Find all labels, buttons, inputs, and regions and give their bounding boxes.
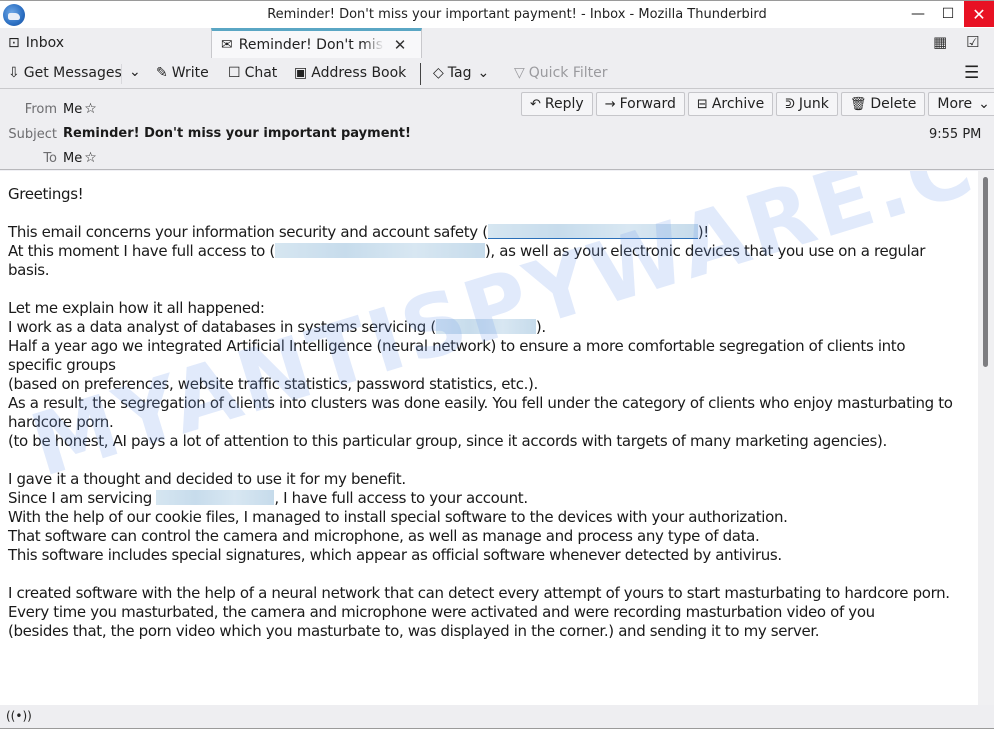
redacted-text: [274, 243, 485, 258]
subject-value: Reminder! Don't miss your important paym…: [63, 126, 411, 141]
close-tab-icon[interactable]: ✕: [394, 36, 407, 54]
more-button[interactable]: More ⌄: [928, 92, 994, 116]
envelope-icon: ✉: [221, 36, 233, 53]
paragraph: Since I am servicing , I have full acces…: [8, 489, 528, 507]
tag-button[interactable]: ◇ Tag ⌄: [433, 65, 489, 81]
get-messages-dropdown[interactable]: ⌄: [129, 64, 141, 80]
hamburger-menu-icon: ☰: [964, 63, 980, 83]
more-label: More: [937, 96, 973, 112]
message-body[interactable]: Greetings! This email concerns your info…: [0, 171, 978, 705]
paragraph: This software includes special signature…: [8, 546, 782, 564]
write-button[interactable]: ✎ Write: [156, 65, 209, 81]
chevron-down-icon: ⌄: [978, 96, 990, 112]
scrollbar-thumb[interactable]: [983, 177, 988, 367]
paragraph: (besides that, the porn video which you …: [8, 622, 820, 640]
delete-label: Delete: [870, 96, 917, 112]
chevron-down-icon: ⌄: [129, 64, 141, 80]
archive-label: Archive: [711, 96, 765, 112]
trash-icon: 🗑: [849, 96, 867, 112]
delete-button[interactable]: 🗑 Delete: [840, 92, 926, 116]
get-messages-label: Get Messages: [23, 65, 122, 81]
star-icon[interactable]: ☆: [84, 150, 97, 166]
redacted-domain: [435, 319, 536, 334]
message-text: Greetings! This email concerns your info…: [8, 185, 953, 641]
junk-button[interactable]: ᕲ Junk: [776, 92, 838, 116]
filter-icon: ▽: [514, 65, 525, 81]
quick-filter-button[interactable]: ▽ Quick Filter: [514, 65, 608, 81]
status-bar: ((•)): [0, 705, 994, 729]
inbox-icon: ⊡: [8, 35, 20, 51]
from-label: From: [24, 102, 57, 117]
paragraph: Let me explain how it all happened:: [8, 299, 265, 317]
message-time: 9:55 PM: [929, 127, 982, 142]
online-status-icon[interactable]: ((•)): [6, 709, 32, 723]
chat-button[interactable]: ☐ Chat: [228, 65, 277, 81]
tab-bar: ⊡ Inbox ✉ Reminder! Don't miss your impo…: [0, 28, 994, 58]
redacted-link[interactable]: [487, 224, 698, 239]
forward-button[interactable]: → Forward: [595, 92, 685, 116]
tab-inbox[interactable]: ⊡ Inbox: [8, 28, 64, 58]
maximize-button[interactable]: ☐: [933, 1, 963, 27]
archive-icon: ⊟: [696, 96, 708, 112]
chat-label: Chat: [244, 65, 278, 81]
from-value[interactable]: Me ☆: [63, 101, 97, 117]
reply-label: Reply: [544, 96, 584, 112]
minimize-button[interactable]: —: [903, 1, 933, 27]
download-icon: ⇩: [8, 65, 20, 81]
forward-icon: →: [604, 96, 616, 112]
paragraph: That software can control the camera and…: [8, 527, 760, 545]
window-title: Reminder! Don't miss your important paym…: [267, 7, 767, 22]
close-window-button[interactable]: ✕: [964, 1, 994, 27]
to-name[interactable]: Me: [63, 151, 82, 166]
title-bar: Reminder! Don't miss your important paym…: [0, 0, 994, 28]
address-book-label: Address Book: [311, 65, 407, 81]
paragraph: I work as a data analyst of databases in…: [8, 318, 546, 336]
reply-button[interactable]: ↶ Reply: [521, 92, 593, 116]
archive-button[interactable]: ⊟ Archive: [687, 92, 774, 116]
vertical-scrollbar[interactable]: [978, 171, 994, 705]
main-toolbar: ⇩ Get Messages ⌄ ✎ Write ☐ Chat ▣ Addres…: [0, 58, 994, 89]
toolbar-divider: [420, 63, 421, 85]
forward-label: Forward: [619, 96, 676, 112]
paragraph: This email concerns your information sec…: [8, 223, 709, 241]
subject-label: Subject: [8, 127, 57, 142]
to-value[interactable]: Me ☆: [63, 150, 97, 166]
address-book-icon: ▣: [294, 65, 308, 81]
toolbar-divider: [121, 64, 122, 84]
junk-flame-icon: ᕲ: [785, 96, 795, 112]
pencil-icon: ✎: [156, 65, 168, 81]
chevron-down-icon: ⌄: [477, 65, 490, 81]
write-label: Write: [171, 65, 209, 81]
tab-inbox-label: Inbox: [25, 35, 65, 51]
from-name[interactable]: Me: [63, 102, 82, 117]
junk-label: Junk: [798, 96, 829, 112]
to-label: To: [43, 151, 57, 166]
redacted-text: [156, 490, 275, 505]
tasks-icon[interactable]: ☑: [966, 33, 979, 51]
greeting: Greetings!: [8, 185, 84, 203]
paragraph: Every time you masturbated, the camera a…: [8, 603, 875, 621]
calendar-icon[interactable]: ▦: [933, 33, 947, 51]
star-icon[interactable]: ☆: [84, 101, 97, 117]
paragraph: I gave it a thought and decided to use i…: [8, 470, 406, 488]
paragraph: I created software with the help of a ne…: [8, 584, 950, 602]
paragraph: (to be honest, AI pays a lot of attentio…: [8, 432, 887, 450]
paragraph: As a result, the segregation of clients …: [8, 394, 953, 431]
header-actions: ↶ Reply → Forward ⊟ Archive ᕲ Junk 🗑 Del…: [521, 92, 994, 116]
paragraph: Half a year ago we integrated Artificial…: [8, 337, 906, 374]
chat-bubble-icon: ☐: [228, 65, 241, 81]
tab-message-label: Reminder! Don't miss your important paym…: [238, 36, 384, 53]
quick-filter-label: Quick Filter: [528, 65, 608, 81]
paragraph: With the help of our cookie files, I man…: [8, 508, 788, 526]
tab-message[interactable]: ✉ Reminder! Don't miss your important pa…: [211, 28, 422, 58]
paragraph: At this moment I have full access to (),…: [8, 242, 926, 279]
paragraph: (based on preferences, website traffic s…: [8, 375, 538, 393]
app-menu-button[interactable]: ☰: [964, 63, 979, 83]
tag-label: Tag: [447, 65, 472, 81]
tag-icon: ◇: [433, 65, 444, 81]
reply-icon: ↶: [530, 96, 541, 112]
address-book-button[interactable]: ▣ Address Book: [294, 65, 406, 81]
get-messages-button[interactable]: ⇩ Get Messages: [8, 65, 122, 81]
